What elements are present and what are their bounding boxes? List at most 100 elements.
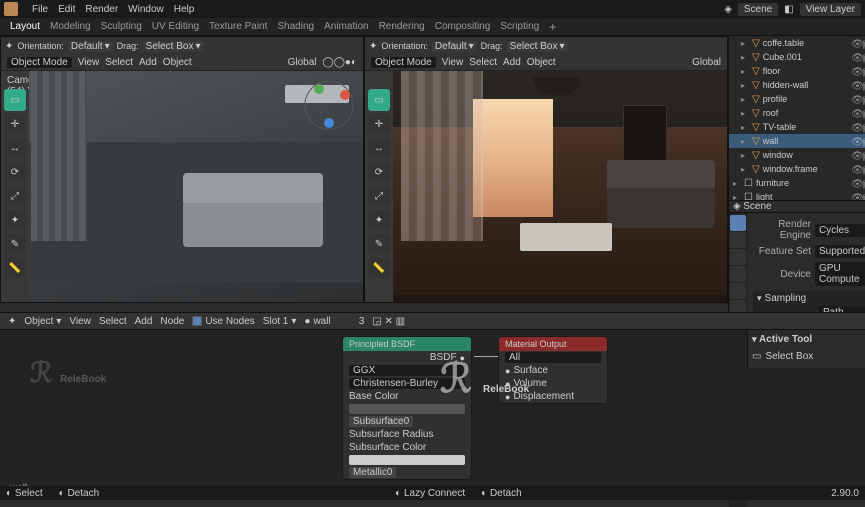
shading-icons[interactable]: ◯◯●◐ xyxy=(323,57,357,68)
tool-scale[interactable]: ⤢ xyxy=(368,185,390,207)
node-link[interactable] xyxy=(474,356,498,357)
editor-type-icon[interactable]: ✦ xyxy=(369,41,377,52)
tool-annotate[interactable]: ✎ xyxy=(368,233,390,255)
menu-object[interactable]: Object xyxy=(527,57,556,68)
orient-dropdown[interactable]: Default ▾ xyxy=(68,41,113,52)
menu-add[interactable]: Add xyxy=(139,57,157,68)
tool-rotate[interactable]: ⟳ xyxy=(368,161,390,183)
tool-cursor[interactable]: ✛ xyxy=(4,113,26,135)
ptab-world[interactable] xyxy=(730,283,746,299)
ptab-scene[interactable] xyxy=(730,266,746,282)
subs-radius-label[interactable]: Subsurface Radius xyxy=(349,429,434,440)
viewport-3d-right[interactable]: ✦ Orientation: Default ▾ Drag: Select Bo… xyxy=(364,36,728,303)
ptab-output[interactable] xyxy=(730,232,746,248)
menu-select[interactable]: Select xyxy=(469,57,497,68)
outliner-item-furniture[interactable]: ▸☐furniture👁▣ xyxy=(729,176,865,190)
transform-global[interactable]: Global xyxy=(692,57,721,68)
tool-transform[interactable]: ✦ xyxy=(368,209,390,231)
viewport-3d-left[interactable]: ✦ Orientation: Default ▾ Drag: Select Bo… xyxy=(0,36,364,303)
outliner-item-hidden-wall[interactable]: ▸▽hidden-wall👁▣ xyxy=(729,78,865,92)
tab-compositing[interactable]: Compositing xyxy=(435,21,491,32)
tab-shading[interactable]: Shading xyxy=(277,21,314,32)
device-select[interactable]: GPU Compute xyxy=(815,262,865,286)
menu-select[interactable]: Select xyxy=(105,57,133,68)
outliner-item-roof[interactable]: ▸▽roof👁▣ xyxy=(729,106,865,120)
mode-select[interactable]: Object Mode xyxy=(371,57,436,68)
base-color-swatch[interactable] xyxy=(349,404,465,414)
outliner-item-floor[interactable]: ▸▽floor👁▣ xyxy=(729,64,865,78)
tab-scripting[interactable]: Scripting xyxy=(500,21,539,32)
tab-modeling[interactable]: Modeling xyxy=(50,21,91,32)
tab-sculpting[interactable]: Sculpting xyxy=(101,21,142,32)
socket-surface[interactable]: Surface xyxy=(513,365,547,376)
sampling-header[interactable]: ▾ Sampling xyxy=(757,293,865,304)
node-principled-bsdf[interactable]: Principled BSDF BSDF ● GGX Christensen-B… xyxy=(342,336,472,480)
outliner-item-light[interactable]: ▸☐light👁▣ xyxy=(729,190,865,201)
menu-render[interactable]: Render xyxy=(85,4,118,15)
subsurface-slider[interactable]: Subsurface0 xyxy=(349,416,413,427)
orient-dropdown[interactable]: Default ▾ xyxy=(432,41,477,52)
menu-file[interactable]: File xyxy=(32,4,48,15)
viewlayer-selector[interactable]: View Layer xyxy=(800,3,861,16)
ptab-render[interactable] xyxy=(730,215,746,231)
tool-rotate[interactable]: ⟳ xyxy=(4,161,26,183)
socket-volume[interactable]: Volume xyxy=(513,378,546,389)
tab-layout[interactable]: Layout xyxy=(10,21,40,32)
shader-context[interactable]: Object xyxy=(24,316,53,327)
distribution-select[interactable]: GGX xyxy=(349,365,465,376)
tool-measure[interactable]: 📏 xyxy=(4,257,26,279)
tab-animation[interactable]: Animation xyxy=(324,21,368,32)
sss-select[interactable]: Christensen-Burley xyxy=(349,378,465,389)
target-select[interactable]: All xyxy=(505,352,601,363)
outliner-item-Cube.001[interactable]: ▸▽Cube.001👁▣ xyxy=(729,50,865,64)
menu-edit[interactable]: Edit xyxy=(58,4,75,15)
tool-select-box[interactable]: ▭ xyxy=(4,89,26,111)
socket-bsdf[interactable]: BSDF xyxy=(430,352,457,363)
featureset-select[interactable]: Supported xyxy=(815,245,865,258)
sh-select[interactable]: Select xyxy=(99,316,127,327)
tool-annotate[interactable]: ✎ xyxy=(4,233,26,255)
tool-move[interactable]: ↔ xyxy=(368,137,390,159)
metallic-slider[interactable]: Metallic0 xyxy=(349,467,396,478)
outliner[interactable]: ▸▽coffe.table👁▣▸▽Cube.001👁▣▸▽floor👁▣▸▽hi… xyxy=(729,36,865,201)
drag-dropdown[interactable]: Select Box ▾ xyxy=(507,41,568,52)
node-editor[interactable]: wall Principled BSDF BSDF ● GGX Christen… xyxy=(0,330,865,500)
outliner-item-profile[interactable]: ▸▽profile👁▣ xyxy=(729,92,865,106)
outliner-item-window.frame[interactable]: ▸▽window.frame👁▣ xyxy=(729,162,865,176)
tool-transform[interactable]: ✦ xyxy=(4,209,26,231)
outliner-item-TV-table[interactable]: ▸▽TV-table👁▣ xyxy=(729,120,865,134)
ptab-view[interactable] xyxy=(730,249,746,265)
sh-view[interactable]: View xyxy=(69,316,91,327)
tab-add[interactable]: + xyxy=(549,20,556,34)
menu-view[interactable]: View xyxy=(442,57,464,68)
node-material-output[interactable]: Material Output All ● Surface ● Volume ●… xyxy=(498,336,608,404)
subs-color-swatch[interactable] xyxy=(349,455,465,465)
editor-type-icon[interactable]: ✦ xyxy=(8,316,16,327)
tab-rendering[interactable]: Rendering xyxy=(379,21,425,32)
drag-dropdown[interactable]: Select Box ▾ xyxy=(143,41,204,52)
tab-uvediting[interactable]: UV Editing xyxy=(152,21,199,32)
viewport-canvas-rendered[interactable] xyxy=(393,71,727,302)
tool-cursor[interactable]: ✛ xyxy=(368,113,390,135)
editor-type-icon[interactable]: ✦ xyxy=(5,41,13,52)
tool-select-box[interactable]: ▭ xyxy=(368,89,390,111)
active-tool-header[interactable]: Active Tool xyxy=(759,334,812,345)
mode-select[interactable]: Object Mode xyxy=(7,57,72,68)
engine-select[interactable]: Cycles xyxy=(815,224,865,237)
material-select[interactable]: ● wall xyxy=(304,316,330,327)
nav-gizmo[interactable] xyxy=(301,77,357,133)
outliner-item-coffe.table[interactable]: ▸▽coffe.table👁▣ xyxy=(729,36,865,50)
sh-add[interactable]: Add xyxy=(135,316,153,327)
sh-node[interactable]: Node xyxy=(160,316,184,327)
tool-scale[interactable]: ⤢ xyxy=(4,185,26,207)
menu-add[interactable]: Add xyxy=(503,57,521,68)
tool-move[interactable]: ↔ xyxy=(4,137,26,159)
menu-help[interactable]: Help xyxy=(174,4,195,15)
use-nodes-checkbox[interactable] xyxy=(192,316,202,326)
outliner-item-window[interactable]: ▸▽window👁▣ xyxy=(729,148,865,162)
socket-displacement[interactable]: Displacement xyxy=(513,391,574,402)
menu-window[interactable]: Window xyxy=(128,4,164,15)
material-buttons[interactable]: ◲ ✕ ▥ xyxy=(372,316,405,327)
menu-object[interactable]: Object xyxy=(163,57,192,68)
slot-select[interactable]: Slot 1 ▾ xyxy=(263,316,297,327)
